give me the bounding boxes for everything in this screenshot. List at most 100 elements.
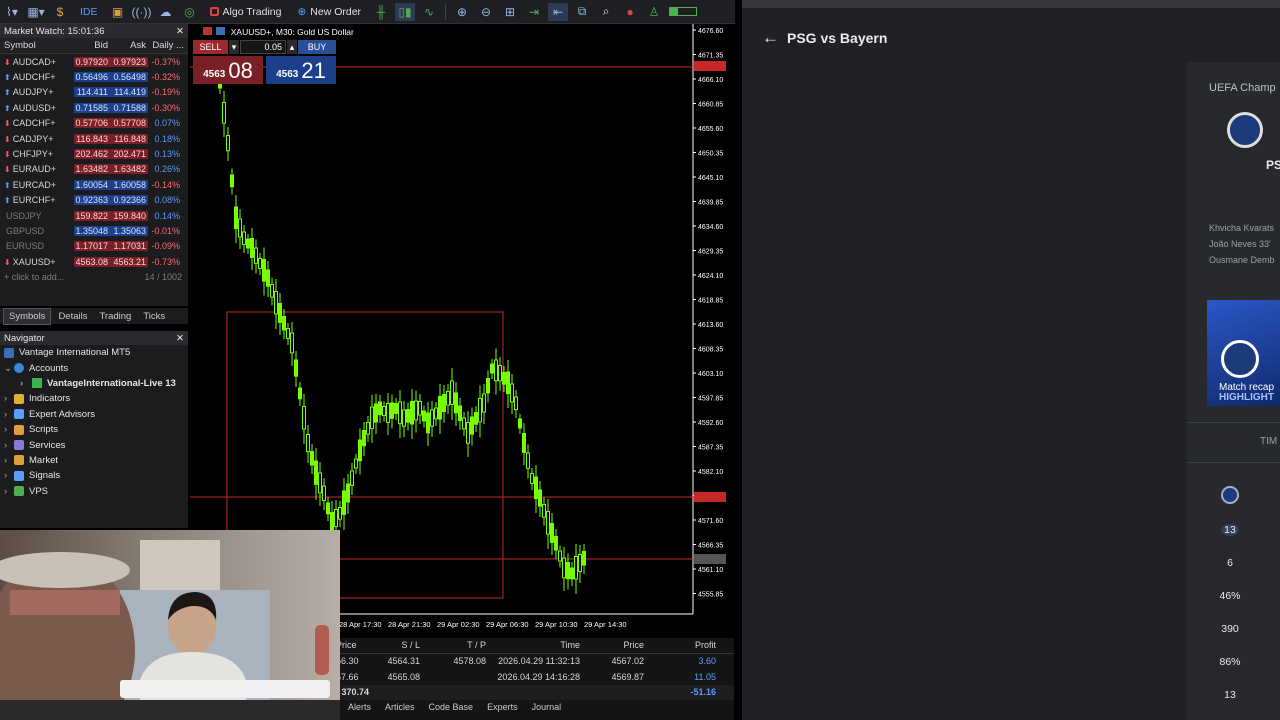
- chevron-right-icon[interactable]: ›: [4, 486, 14, 497]
- line-chart-icon[interactable]: ∿: [419, 3, 439, 21]
- account-icon[interactable]: ♙: [644, 3, 664, 21]
- header-bid[interactable]: Bid: [74, 40, 110, 51]
- tab-ticks[interactable]: Ticks: [138, 309, 170, 324]
- bar-chart-icon[interactable]: ╫: [371, 3, 391, 21]
- tab-details[interactable]: Details: [53, 309, 92, 324]
- tab-journal[interactable]: Journal: [532, 702, 562, 712]
- col-price-current[interactable]: Price: [580, 640, 644, 650]
- lot-size-input[interactable]: 0.05: [240, 40, 286, 54]
- algo-trading-button[interactable]: Algo Trading: [202, 2, 290, 22]
- tab-alerts[interactable]: Alerts: [348, 702, 371, 712]
- buy-price[interactable]: 4563 21: [266, 56, 336, 84]
- ide-button[interactable]: IDE: [72, 2, 106, 22]
- price-tick-label: 4566.35: [698, 543, 723, 550]
- tab-articles[interactable]: Articles: [385, 702, 415, 712]
- close-icon[interactable]: ✕: [176, 333, 184, 344]
- sell-button[interactable]: SELL: [193, 40, 228, 54]
- position-cell: 4565.08: [387, 671, 420, 682]
- chevron-right-icon[interactable]: ›: [4, 409, 14, 420]
- navigator-item-signals[interactable]: › Signals: [0, 468, 188, 483]
- market-watch-row[interactable]: ⬇ CHFJPY+ 202.462 202.471 0.13%: [0, 146, 188, 161]
- lot-decrease-button[interactable]: ▾: [229, 40, 239, 54]
- daily-change: 0.26%: [154, 164, 180, 175]
- grid-icon[interactable]: ⊞: [500, 3, 520, 21]
- market-watch-row[interactable]: ⬇ CADCHF+ 0.57706 0.57708 0.07%: [0, 116, 188, 131]
- chart-type-icon[interactable]: ⌇▾: [2, 3, 22, 21]
- psg-logo-icon[interactable]: [1227, 112, 1263, 148]
- tab-experts[interactable]: Experts: [487, 702, 518, 712]
- click-to-add-row[interactable]: + click to add... 14 / 1002: [0, 269, 188, 284]
- tab-code-base[interactable]: Code Base: [429, 702, 474, 712]
- close-icon[interactable]: ✕: [176, 26, 184, 37]
- header-ask[interactable]: Ask: [110, 40, 148, 51]
- market-watch-row[interactable]: ⬇ AUDCAD+ 0.97920 0.97923 -0.37%: [0, 54, 188, 69]
- col-sl[interactable]: S / L: [358, 640, 420, 650]
- candle-chart-icon[interactable]: ▯▮: [395, 2, 416, 21]
- market-watch-header: Symbol Bid Ask Daily ...: [0, 38, 188, 54]
- market-watch-row[interactable]: ⬆ AUDJPY+ 114.411 114.419 -0.19%: [0, 85, 188, 100]
- template-icon[interactable]: ▦▾: [26, 3, 46, 21]
- click-to-add[interactable]: click to add...: [12, 272, 65, 282]
- chevron-right-icon[interactable]: ›: [4, 455, 14, 466]
- navigator-item-expert-advisors[interactable]: › Expert Advisors: [0, 407, 188, 422]
- navigator-item-services[interactable]: › Services: [0, 437, 188, 452]
- lot-increase-button[interactable]: ▴: [287, 40, 297, 54]
- market-watch-row[interactable]: USDJPY 159.822 159.840 0.14%: [0, 208, 188, 223]
- zoom-out-icon[interactable]: ⊖: [476, 3, 496, 21]
- symbol-name: ⬇ CHFJPY+: [0, 149, 74, 159]
- chevron-right-icon[interactable]: ›: [4, 424, 14, 435]
- market-watch-row[interactable]: ⬆ EURCHF+ 0.92363 0.92366 0.08%: [0, 193, 188, 208]
- vps-icon[interactable]: ◎: [180, 3, 200, 21]
- autoscroll-icon[interactable]: ⇥: [524, 3, 544, 21]
- chevron-right-icon[interactable]: ›: [4, 470, 14, 481]
- tab-trading[interactable]: Trading: [94, 309, 136, 324]
- new-order-button[interactable]: ⊕ New Order: [289, 2, 369, 22]
- position-row[interactable]: 57.66 4565.08 2026.04.29 14:16:28 4569.87 11…: [336, 669, 734, 685]
- navigator-item-scripts[interactable]: › Scripts: [0, 422, 188, 437]
- screenshot-icon[interactable]: ⧉: [572, 3, 592, 21]
- market-watch-row[interactable]: EURUSD 1.17017 1.17031 -0.09%: [0, 239, 188, 254]
- col-time[interactable]: Time: [486, 640, 580, 650]
- cloud-icon[interactable]: ☁: [156, 3, 176, 21]
- col-profit[interactable]: Profit: [644, 640, 716, 650]
- market-watch-row[interactable]: ⬆ EURCAD+ 1.60054 1.60058 -0.14%: [0, 177, 188, 192]
- league-name[interactable]: UEFA Champ: [1209, 82, 1276, 94]
- buy-button[interactable]: BUY: [298, 40, 336, 54]
- search-icon[interactable]: ⌕: [596, 3, 616, 21]
- header-symbol[interactable]: Symbol: [0, 40, 74, 51]
- market-watch-row[interactable]: ⬇ XAUUSD+ 4563.08 4563.21 -0.73%: [0, 254, 188, 269]
- market-watch-row[interactable]: ⬇ EURAUD+ 1.63482 1.63482 0.26%: [0, 162, 188, 177]
- market-watch-row[interactable]: GBPUSD 1.35048 1.35063 -0.01%: [0, 223, 188, 238]
- market-bag-icon[interactable]: ▣: [108, 3, 128, 21]
- position-row[interactable]: 56.30 4564.31 4578.08 2026.04.29 11:32:13 45…: [336, 654, 734, 670]
- symbol-name: ⬇ XAUUSD+: [0, 257, 74, 267]
- signals-icon[interactable]: ((·)): [132, 3, 152, 21]
- navigator-item-market[interactable]: › Market: [0, 453, 188, 468]
- chart-shift-icon[interactable]: ⇤: [548, 2, 569, 21]
- zoom-in-icon[interactable]: ⊕: [452, 3, 472, 21]
- navigator-root[interactable]: Vantage International MT5: [0, 345, 188, 360]
- market-watch-row[interactable]: ⬇ CADJPY+ 116.843 116.848 0.18%: [0, 131, 188, 146]
- team-name[interactable]: PS: [1266, 158, 1280, 172]
- market-watch-row[interactable]: ⬆ AUDCHF+ 0.56496 0.56498 -0.32%: [0, 69, 188, 84]
- symbol-name: USDJPY: [0, 211, 74, 221]
- chevron-down-icon[interactable]: ⌄: [4, 363, 14, 374]
- browser-address-bar[interactable]: [742, 0, 1280, 8]
- back-arrow-icon[interactable]: ←: [762, 28, 779, 48]
- navigator-account-item[interactable]: › VantageInternational-Live 13: [0, 376, 188, 391]
- sell-price[interactable]: 4563 08: [193, 56, 263, 84]
- navigator-accounts[interactable]: ⌄ Accounts: [0, 360, 188, 375]
- col-tp[interactable]: T / P: [420, 640, 486, 650]
- chevron-right-icon[interactable]: ›: [4, 440, 14, 451]
- chevron-right-icon[interactable]: ›: [20, 378, 32, 389]
- highlights-video[interactable]: Match recap HIGHLIGHT: [1207, 300, 1280, 406]
- navigator-item-vps[interactable]: › VPS: [0, 484, 188, 499]
- chevron-right-icon[interactable]: ›: [4, 393, 14, 404]
- market-watch-row[interactable]: ⬆ AUDUSD+ 0.71585 0.71588 -0.30%: [0, 100, 188, 115]
- navigator-item-indicators[interactable]: › Indicators: [0, 391, 188, 406]
- header-daily[interactable]: Daily ...: [148, 40, 188, 51]
- tab-symbols[interactable]: Symbols: [3, 307, 52, 325]
- notification-icon[interactable]: ●: [620, 3, 640, 21]
- candle-body: [382, 406, 386, 416]
- coin-icon[interactable]: $: [50, 3, 70, 21]
